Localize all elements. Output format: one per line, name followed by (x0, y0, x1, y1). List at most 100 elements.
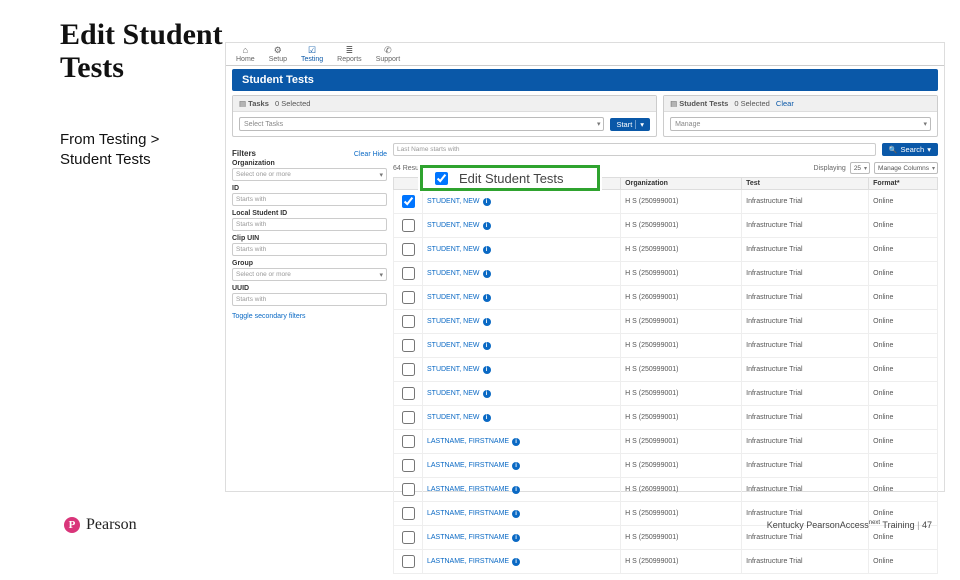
info-icon[interactable]: i (483, 198, 491, 206)
row-checkbox[interactable] (402, 387, 415, 400)
student-link[interactable]: LASTNAME, FIRSTNAME i (427, 534, 520, 542)
manage-columns-select[interactable]: Manage Columns▾ (874, 162, 938, 174)
select-tasks-dropdown[interactable]: Select Tasks ▾ (239, 117, 604, 131)
student-tests-label: Student Tests (679, 99, 728, 108)
tasks-label: Tasks (248, 99, 269, 108)
nav-testing[interactable]: ☑Testing (301, 46, 323, 63)
filter-group-label: Group (232, 260, 387, 267)
cell-test: Infrastructure Trial (742, 262, 869, 286)
student-link[interactable]: STUDENT, NEW i (427, 270, 491, 278)
testing-icon: ☑ (308, 46, 316, 55)
student-link[interactable]: STUDENT, NEW i (427, 366, 491, 374)
filter-group-select[interactable]: Select one or more▾ (232, 268, 387, 281)
info-icon[interactable]: i (483, 270, 491, 278)
row-checkbox[interactable] (402, 435, 415, 448)
student-link[interactable]: STUDENT, NEW i (427, 222, 491, 230)
row-checkbox[interactable] (402, 267, 415, 280)
list-icon: ▤ (239, 99, 248, 108)
row-checkbox[interactable] (402, 411, 415, 424)
cell-organization: H S (250999001) (621, 550, 742, 574)
filter-local-id-input[interactable]: Starts with (232, 218, 387, 231)
cell-test: Infrastructure Trial (742, 382, 869, 406)
nav-support[interactable]: ✆Support (376, 46, 401, 63)
info-icon[interactable]: i (483, 414, 491, 422)
row-checkbox[interactable] (402, 219, 415, 232)
chevron-down-icon: ▾ (597, 120, 601, 128)
toggle-secondary-filters[interactable]: Toggle secondary filters (232, 313, 306, 320)
tasks-panel: ▤ Tasks 0 Selected Select Tasks ▾ Start … (232, 95, 657, 137)
cell-organization: H S (250999001) (621, 454, 742, 478)
cell-format: Online (869, 190, 938, 214)
filter-organization-select[interactable]: Select one or more▾ (232, 168, 387, 181)
col-organization[interactable]: Organization (621, 178, 742, 190)
row-checkbox[interactable] (402, 555, 415, 568)
row-checkbox[interactable] (402, 291, 415, 304)
clear-link[interactable]: Clear (776, 99, 794, 108)
tasks-count: 0 Selected (275, 99, 310, 108)
filter-clip-uin-input[interactable]: Starts with (232, 243, 387, 256)
student-link[interactable]: STUDENT, NEW i (427, 390, 491, 398)
nav-setup[interactable]: ⚙Setup (269, 46, 287, 63)
filter-uuid-label: UUID (232, 285, 387, 292)
col-format[interactable]: Format* (869, 178, 938, 190)
student-link[interactable]: LASTNAME, FIRSTNAME i (427, 486, 520, 494)
cell-format: Online (869, 478, 938, 502)
col-test[interactable]: Test (742, 178, 869, 190)
student-link[interactable]: STUDENT, NEW i (427, 294, 491, 302)
info-icon[interactable]: i (483, 318, 491, 326)
info-icon[interactable]: i (483, 390, 491, 398)
table-row: STUDENT, NEW iH S (250999001)Infrastruct… (394, 406, 938, 430)
info-icon[interactable]: i (483, 366, 491, 374)
edit-student-tests-callout: Edit Student Tests (420, 165, 600, 191)
filter-uuid-input[interactable]: Starts with (232, 293, 387, 306)
row-checkbox[interactable] (402, 483, 415, 496)
info-icon[interactable]: i (512, 534, 520, 542)
cell-test: Infrastructure Trial (742, 310, 869, 334)
table-row: STUDENT, NEW iH S (250999001)Infrastruct… (394, 238, 938, 262)
cell-organization: H S (250999001) (621, 214, 742, 238)
cell-organization: H S (250999001) (621, 310, 742, 334)
student-link[interactable]: STUDENT, NEW i (427, 246, 491, 254)
cell-organization: H S (260999001) (621, 478, 742, 502)
cell-test: Infrastructure Trial (742, 430, 869, 454)
row-checkbox[interactable] (402, 459, 415, 472)
edit-student-tests-checkbox[interactable] (435, 172, 448, 185)
filter-id-input[interactable]: Starts with (232, 193, 387, 206)
student-link[interactable]: STUDENT, NEW i (427, 318, 491, 326)
student-link[interactable]: STUDENT, NEW i (427, 414, 491, 422)
row-checkbox[interactable] (402, 315, 415, 328)
student-link[interactable]: STUDENT, NEW i (427, 342, 491, 350)
student-link[interactable]: STUDENT, NEW i (427, 198, 491, 206)
chevron-down-icon: ▾ (379, 171, 383, 179)
student-link[interactable]: LASTNAME, FIRSTNAME i (427, 438, 520, 446)
start-button[interactable]: Start ▾ (610, 118, 650, 131)
info-icon[interactable]: i (483, 342, 491, 350)
nav-home[interactable]: ⌂Home (236, 46, 255, 63)
results-table: Student Organization Test Format* STUDEN… (393, 177, 938, 574)
info-icon[interactable]: i (512, 438, 520, 446)
student-link[interactable]: LASTNAME, FIRSTNAME i (427, 462, 520, 470)
filters-clear-hide[interactable]: Clear Hide (354, 151, 387, 158)
page-size-select[interactable]: 25▾ (850, 162, 870, 174)
info-icon[interactable]: i (483, 222, 491, 230)
manage-dropdown[interactable]: Manage ▾ (670, 117, 931, 131)
start-button-label: Start (616, 120, 632, 129)
cell-organization: H S (260999001) (621, 286, 742, 310)
info-icon[interactable]: i (512, 558, 520, 566)
last-name-search-input[interactable]: Last Name starts with (393, 143, 876, 156)
info-icon[interactable]: i (483, 294, 491, 302)
chevron-down-icon[interactable]: ▾ (635, 120, 644, 129)
row-checkbox[interactable] (402, 339, 415, 352)
row-checkbox[interactable] (402, 195, 415, 208)
cell-format: Online (869, 238, 938, 262)
nav-reports[interactable]: ≣Reports (337, 46, 362, 63)
student-link[interactable]: LASTNAME, FIRSTNAME i (427, 558, 520, 566)
row-checkbox[interactable] (402, 243, 415, 256)
info-icon[interactable]: i (512, 486, 520, 494)
cell-format: Online (869, 430, 938, 454)
row-checkbox[interactable] (402, 363, 415, 376)
search-button[interactable]: 🔍 Search ▾ (882, 143, 938, 156)
info-icon[interactable]: i (483, 246, 491, 254)
info-icon[interactable]: i (512, 462, 520, 470)
cell-test: Infrastructure Trial (742, 478, 869, 502)
